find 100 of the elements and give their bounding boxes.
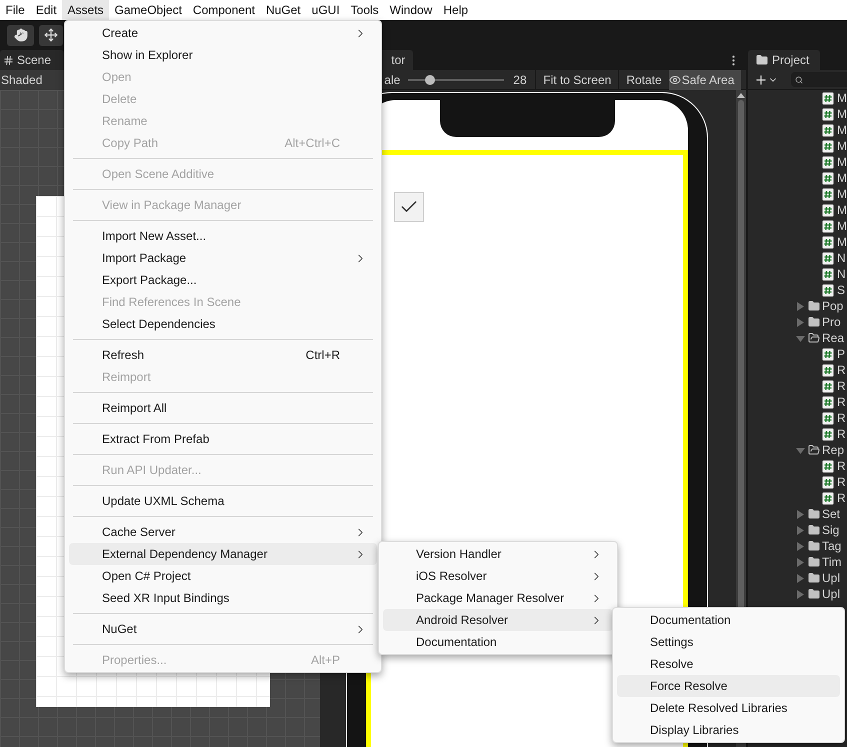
script-icon xyxy=(822,236,834,248)
tree-item-label[interactable]: Tag xyxy=(822,537,842,555)
tree-item-label[interactable]: M xyxy=(837,89,847,107)
tree-item-label[interactable]: M xyxy=(837,233,847,251)
scene-tab[interactable]: Scene xyxy=(0,50,64,70)
menu-item[interactable]: Update UXML Schema xyxy=(69,490,377,512)
search-field[interactable] xyxy=(791,72,847,87)
collapsed-arrow-icon[interactable] xyxy=(796,558,805,566)
menu-item[interactable]: NuGet xyxy=(69,618,377,640)
shading-mode-dropdown[interactable]: Shaded xyxy=(0,71,42,89)
tree-item-label[interactable]: M xyxy=(837,105,847,123)
tree-item-label[interactable]: Upl xyxy=(822,569,840,587)
script-icon xyxy=(822,172,834,184)
toggle-checkbox[interactable] xyxy=(394,192,424,222)
collapsed-arrow-icon[interactable] xyxy=(796,510,805,518)
tree-item-label[interactable]: R xyxy=(837,393,846,411)
menu-bar-item[interactable]: GameObject xyxy=(109,0,188,20)
menu-item[interactable]: External Dependency Manager xyxy=(69,543,377,565)
tree-item-label[interactable]: M xyxy=(837,185,847,203)
collapsed-arrow-icon[interactable] xyxy=(796,318,805,326)
tree-item-label[interactable]: P xyxy=(837,345,846,363)
tree-item-label[interactable]: Tim xyxy=(822,553,842,571)
tree-item-label[interactable]: M xyxy=(837,201,847,219)
folder-icon xyxy=(808,524,820,536)
script-icon xyxy=(822,364,834,376)
expanded-arrow-icon[interactable] xyxy=(796,334,805,342)
menu-bar-item[interactable]: Edit xyxy=(30,0,62,20)
menu-item[interactable]: Documentation xyxy=(617,609,840,631)
add-icon[interactable] xyxy=(754,72,768,86)
expanded-arrow-icon[interactable] xyxy=(796,446,805,454)
tree-item-label[interactable]: Rep xyxy=(822,441,844,459)
menu-item[interactable]: Import New Asset... xyxy=(69,225,377,247)
folder-icon xyxy=(808,556,820,568)
menu-item[interactable]: Package Manager Resolver xyxy=(383,587,613,609)
menu-bar-item[interactable]: Window xyxy=(384,0,438,20)
menu-item[interactable]: Extract From Prefab xyxy=(69,428,377,450)
tree-item-label[interactable]: Sig xyxy=(822,521,840,539)
menu-bar-item[interactable]: Tools xyxy=(345,0,384,20)
tree-item-label[interactable]: Pro xyxy=(822,313,841,331)
menu-item[interactable]: Select Dependencies xyxy=(69,313,377,335)
menu-item[interactable]: Display Libraries xyxy=(617,719,840,741)
tree-item-label[interactable]: R xyxy=(837,489,846,507)
menu-item[interactable]: Show in Explorer xyxy=(69,44,377,66)
project-tab[interactable]: Project xyxy=(748,50,820,70)
tree-item-label[interactable]: R xyxy=(837,377,846,395)
menu-item[interactable]: Settings xyxy=(617,631,840,653)
safe-area-button[interactable]: Safe Area xyxy=(668,70,741,90)
menu-item[interactable]: Documentation xyxy=(383,631,613,653)
tree-item-label[interactable]: R xyxy=(837,457,846,475)
tree-item-label[interactable]: N xyxy=(837,249,846,267)
collapsed-arrow-icon[interactable] xyxy=(796,590,805,598)
folder-icon xyxy=(808,572,820,584)
tree-item-label[interactable]: R xyxy=(837,425,846,443)
tree-item-label[interactable]: M xyxy=(837,153,847,171)
tree-item-label[interactable]: R xyxy=(837,473,846,491)
menu-item[interactable]: Force Resolve xyxy=(617,675,840,697)
menu-bar-item[interactable]: uGUI xyxy=(306,0,346,20)
menu-item[interactable]: Import Package xyxy=(69,247,377,269)
menu-item[interactable]: Resolve xyxy=(617,653,840,675)
tree-item-label[interactable]: N xyxy=(837,265,846,283)
hand-tool-button[interactable] xyxy=(7,24,34,46)
tree-item-label[interactable]: R xyxy=(837,409,846,427)
menu-item[interactable]: Seed XR Input Bindings xyxy=(69,587,377,609)
collapsed-arrow-icon[interactable] xyxy=(796,526,805,534)
menu-item[interactable]: iOS Resolver xyxy=(383,565,613,587)
menu-item[interactable]: Export Package... xyxy=(69,269,377,291)
menu-item[interactable]: Open C# Project xyxy=(69,565,377,587)
folder-icon xyxy=(808,508,820,520)
slider-thumb[interactable] xyxy=(425,74,436,84)
collapsed-arrow-icon[interactable] xyxy=(796,574,805,582)
move-icon xyxy=(44,28,58,42)
tree-item-label[interactable]: Rea xyxy=(822,329,844,347)
menu-item[interactable]: Refresh Ctrl+R xyxy=(69,344,377,366)
collapsed-arrow-icon[interactable] xyxy=(796,542,805,550)
menu-item[interactable]: Version Handler xyxy=(383,543,613,565)
collapsed-arrow-icon[interactable] xyxy=(796,302,805,310)
menu-item[interactable]: Cache Server xyxy=(69,521,377,543)
menu-bar-item[interactable]: Assets xyxy=(62,0,110,20)
menu-item[interactable]: Android Resolver xyxy=(383,609,613,631)
tree-item-label[interactable]: R xyxy=(837,361,846,379)
tree-item-label[interactable]: M xyxy=(837,217,847,235)
tree-item-label[interactable]: Set xyxy=(822,505,840,523)
menu-bar-item[interactable]: Component xyxy=(187,0,260,20)
menu-bar-item[interactable]: File xyxy=(0,0,30,20)
menu-bar-item[interactable]: NuGet xyxy=(260,0,306,20)
menu-item[interactable]: Create xyxy=(69,22,377,44)
tree-item-label[interactable]: Pop xyxy=(822,297,844,315)
menu-item[interactable]: Delete Resolved Libraries xyxy=(617,697,840,719)
menu-bar-item[interactable]: Help xyxy=(438,0,474,20)
folder-icon xyxy=(808,316,820,328)
tree-item-label[interactable]: M xyxy=(837,121,847,139)
scroll-up-arrow-icon[interactable] xyxy=(737,93,745,98)
script-icon xyxy=(822,252,834,264)
tree-item-label[interactable]: M xyxy=(837,137,847,155)
tree-item-label[interactable]: S xyxy=(837,281,846,299)
toolbar-button[interactable]: Fit to Screen xyxy=(535,70,618,90)
tree-item-label[interactable]: Upl xyxy=(822,585,840,603)
menu-item[interactable]: Reimport All xyxy=(69,397,377,419)
tree-item-label[interactable]: M xyxy=(837,169,847,187)
move-tool-button[interactable] xyxy=(39,24,63,46)
